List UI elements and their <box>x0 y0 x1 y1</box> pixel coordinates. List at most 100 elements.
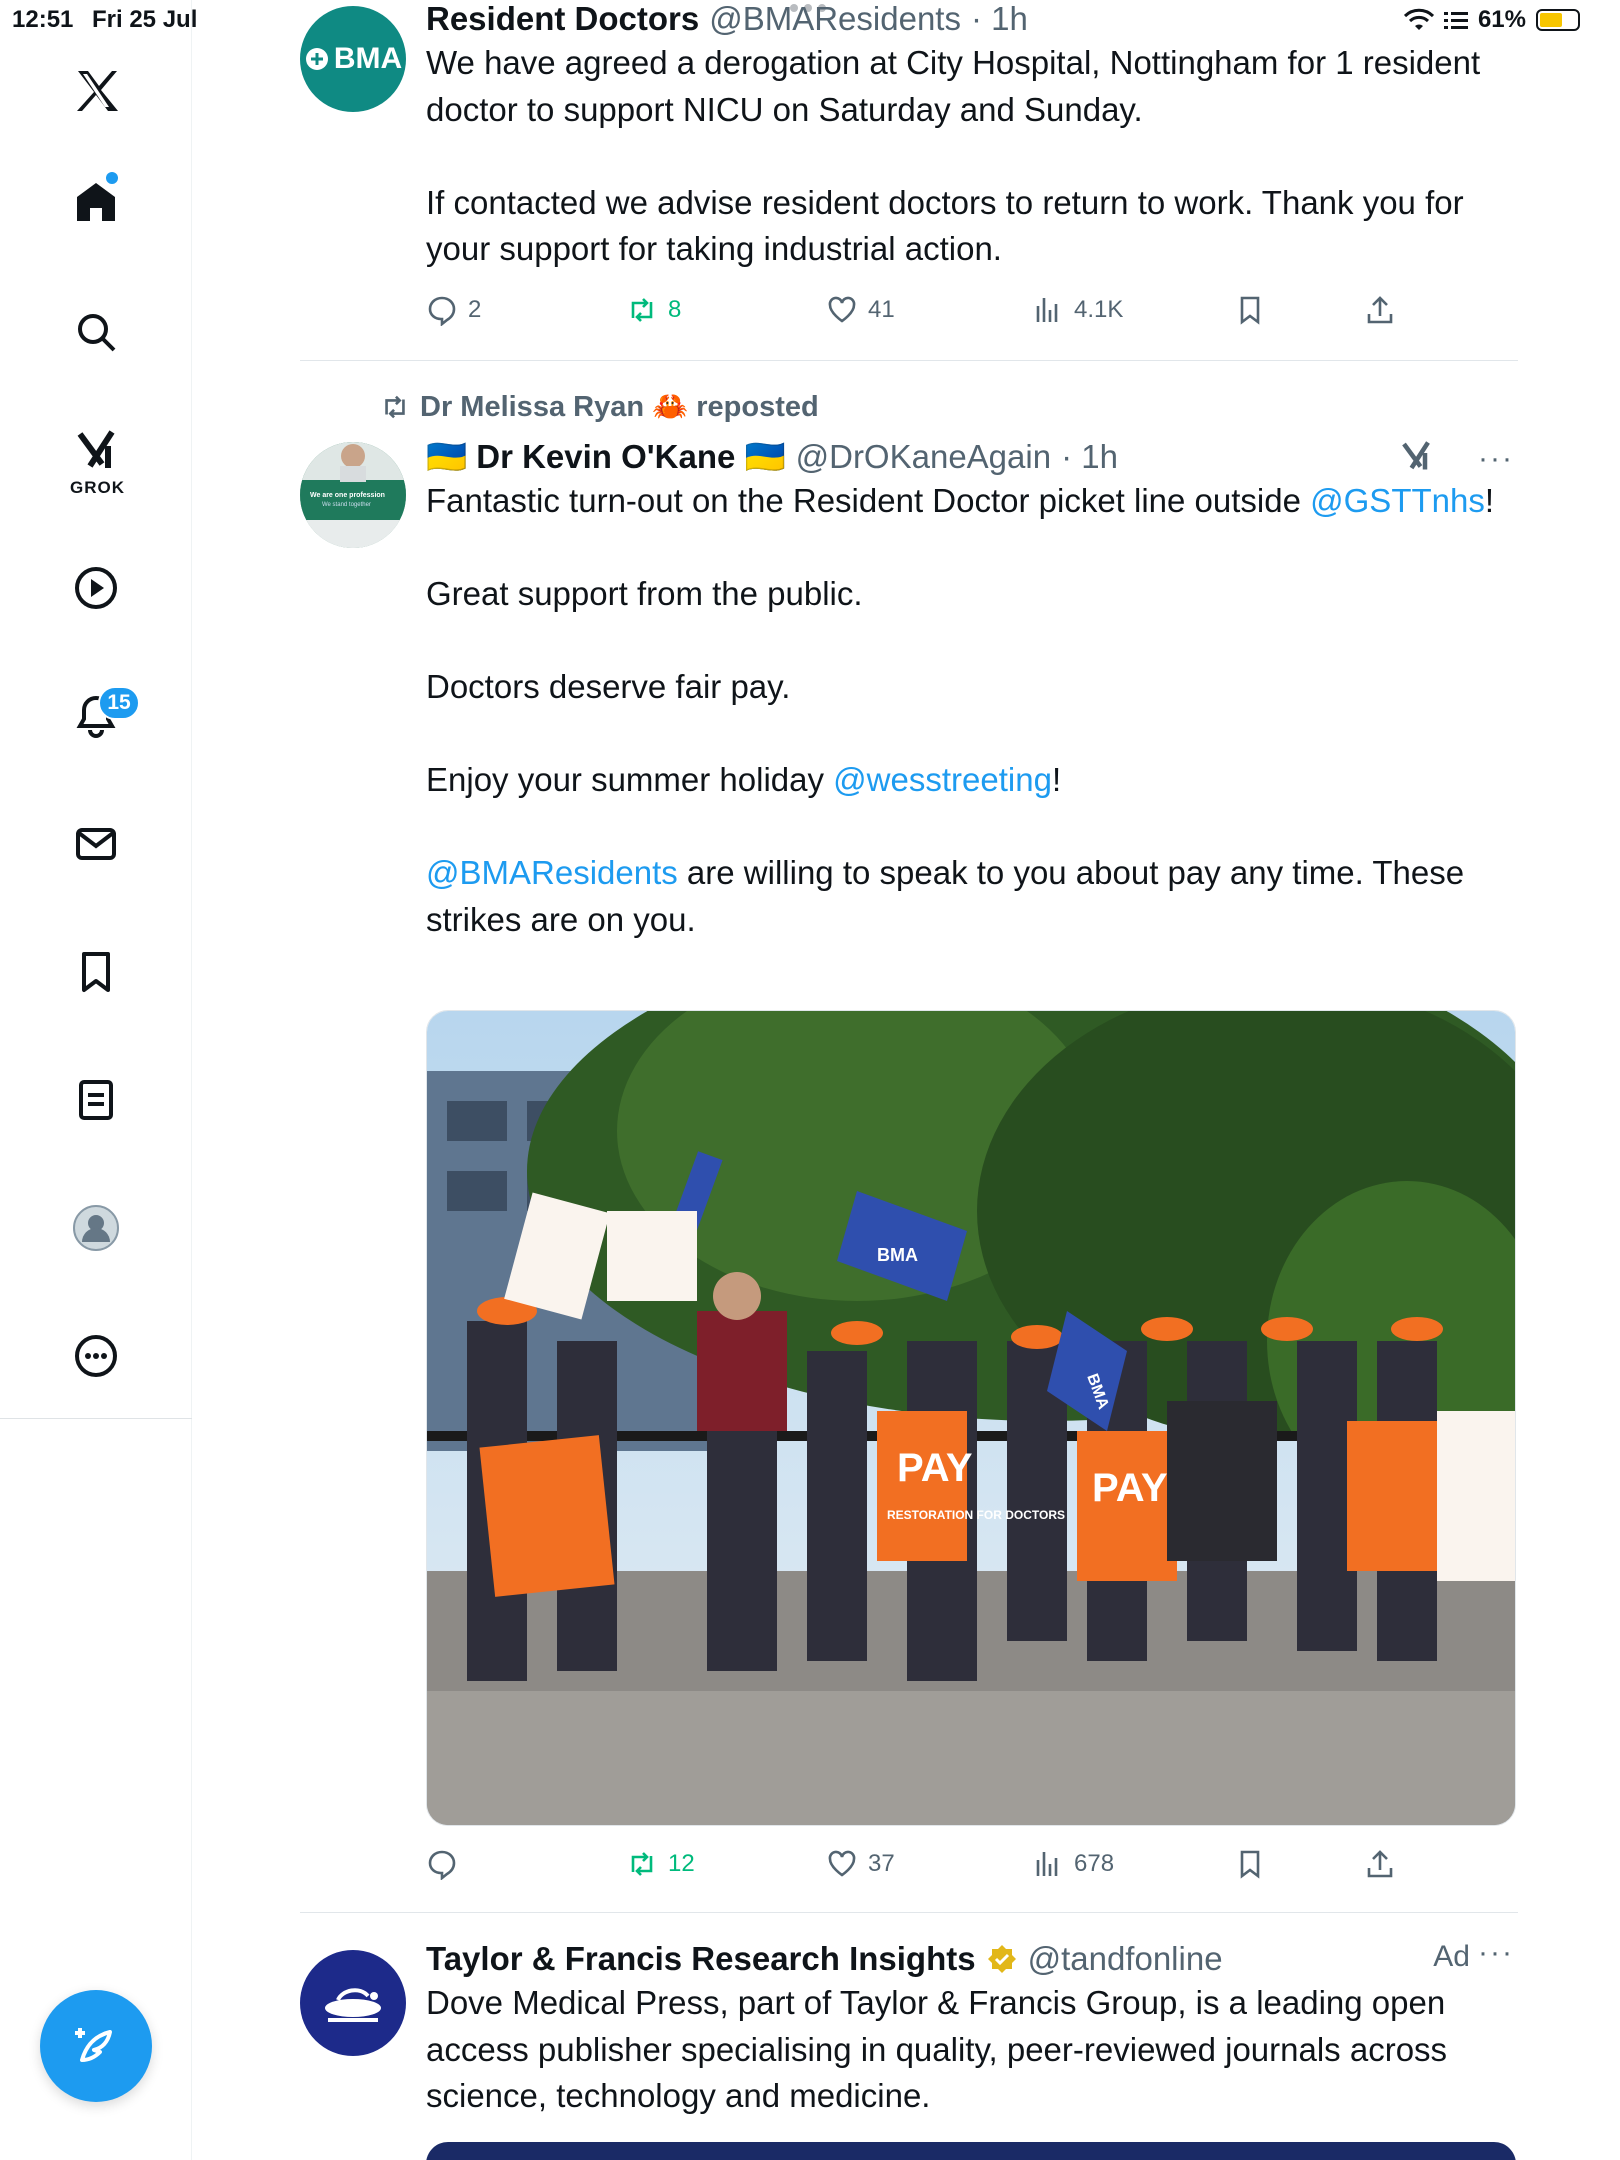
tweet-photo[interactable]: PAY PAY RESTORATION FOR DOCTORS BMA BMA <box>426 1010 1516 1826</box>
reply-icon <box>428 296 456 326</box>
like-button[interactable]: 37 <box>826 1848 895 1880</box>
verified-badge-icon <box>987 1945 1016 1973</box>
tweet-text: Dove Medical Press, part of Taylor & Fra… <box>426 1980 1518 2120</box>
tweet-paragraph: Great support from the public. <box>426 575 863 612</box>
lists-icon[interactable] <box>56 1060 136 1140</box>
grok-small-icon <box>1402 441 1430 470</box>
tweet-time[interactable]: · 1h <box>1061 436 1118 478</box>
tweet-divider <box>300 360 1518 361</box>
avatar[interactable]: BMA <box>300 6 406 112</box>
home-icon[interactable] <box>56 162 136 242</box>
views-count: 678 <box>1074 1850 1115 1877</box>
author-name[interactable]: Taylor & Francis Research Insights <box>426 1938 976 1980</box>
tweet-body: Resident Doctors @BMAResidents · 1h We h… <box>426 0 1518 273</box>
picket-line-photo: PAY PAY RESTORATION FOR DOCTORS BMA BMA <box>427 1011 1515 1825</box>
tweet-paragraph: If contacted we advise resident doctors … <box>426 183 1464 268</box>
more-icon[interactable]: ··· <box>1478 1936 1514 1970</box>
avatar-caption: We are one profession <box>310 492 385 499</box>
messages-envelope-icon[interactable] <box>56 804 136 884</box>
bookmark-icon <box>1240 1850 1260 1879</box>
views-count: 4.1K <box>1074 296 1124 323</box>
bma-logo-icon <box>305 48 328 70</box>
home-unread-dot <box>106 172 118 184</box>
tweet-divider <box>300 1912 1518 1913</box>
author-name[interactable]: 🇺🇦 Dr Kevin O'Kane 🇺🇦 <box>426 436 786 478</box>
share-icon <box>1367 1850 1393 1878</box>
tweet-body: Taylor & Francis Research Insights @tand… <box>426 1938 1518 2120</box>
tweet-header: 🇺🇦 Dr Kevin O'Kane 🇺🇦 @DrOKaneAgain · 1h <box>426 436 1518 478</box>
repost-context-text: Dr Melissa Ryan 🦀 reposted <box>420 391 819 423</box>
reply-icon <box>428 1850 456 1880</box>
like-button[interactable]: 41 <box>826 294 895 326</box>
like-count: 41 <box>868 296 895 323</box>
repost-count: 8 <box>668 296 682 323</box>
repost-small-icon <box>385 395 405 419</box>
mention-link[interactable]: @GSTTnhs <box>1310 482 1485 519</box>
views-button[interactable]: 4.1K <box>1032 294 1123 326</box>
ad-media[interactable] <box>426 2142 1516 2160</box>
share-button[interactable] <box>1364 1848 1396 1880</box>
tweet-paragraph: We have agreed a derogation at City Hosp… <box>426 44 1481 128</box>
tweet-header: Resident Doctors @BMAResidents · 1h <box>426 0 1518 40</box>
video-play-icon[interactable] <box>56 548 136 628</box>
more-options-icon[interactable] <box>56 1316 136 1396</box>
avatar-caption: We stand together <box>322 502 371 508</box>
flag-bma: BMA <box>877 1245 918 1265</box>
repost-count: 12 <box>668 1850 695 1877</box>
bookmark-icon <box>1240 296 1260 325</box>
grok-label: GROK <box>70 478 125 497</box>
tweet-paragraph: Dove Medical Press, part of Taylor & Fra… <box>426 1984 1448 2114</box>
grok-explain-button[interactable] <box>1398 438 1434 479</box>
author-handle[interactable]: @tandfonline <box>1028 1938 1223 1980</box>
reply-count: 2 <box>468 296 482 323</box>
x-logo-icon[interactable] <box>56 50 136 130</box>
heart-icon <box>828 296 856 323</box>
tweet-paragraph: Fantastic turn-out on the Resident Docto… <box>426 482 1495 519</box>
repost-button[interactable]: 8 <box>626 294 681 326</box>
bookmark-button[interactable] <box>1234 1848 1266 1880</box>
profile-avatar-icon[interactable] <box>56 1188 136 1268</box>
avatar[interactable]: We are one profession We stand together <box>300 442 406 548</box>
compose-post-button[interactable] <box>40 1990 152 2102</box>
tweet-actions: 12 37 678 <box>426 1848 1406 1888</box>
search-icon[interactable] <box>56 292 136 372</box>
sign-pay: PAY <box>1092 1466 1168 1510</box>
reply-button[interactable]: 2 <box>426 294 481 326</box>
tweet-actions: 2 8 41 4.1K <box>426 294 1406 334</box>
repost-button[interactable]: 12 <box>626 1848 695 1880</box>
tweet-text: Fantastic turn-out on the Resident Docto… <box>426 478 1518 943</box>
mention-link[interactable]: @BMAResidents <box>426 854 678 891</box>
mention-link[interactable]: @wesstreeting <box>833 761 1052 798</box>
tweet-body: 🇺🇦 Dr Kevin O'Kane 🇺🇦 @DrOKaneAgain · 1h… <box>426 436 1518 943</box>
bookmarks-icon[interactable] <box>56 932 136 1012</box>
tweet-time[interactable]: · 1h <box>971 0 1028 40</box>
sidebar-divider <box>0 1418 192 1419</box>
notifications-badge: 15 <box>98 686 140 720</box>
views-chart-icon <box>1036 1852 1058 1876</box>
author-handle[interactable]: @DrOKaneAgain <box>796 436 1051 478</box>
tweet-header: Taylor & Francis Research Insights @tand… <box>426 1938 1518 1980</box>
battery-icon <box>1536 9 1580 31</box>
lamp-logo-icon <box>325 1988 381 2022</box>
bookmark-button[interactable] <box>1234 294 1266 326</box>
views-button[interactable]: 678 <box>1032 1848 1114 1880</box>
tweet-paragraph: @BMAResidents are willing to speak to yo… <box>426 854 1465 938</box>
tweet-paragraph: Enjoy your summer holiday @wesstreeting! <box>426 761 1062 798</box>
repost-context[interactable]: Dr Melissa Ryan 🦀 reposted <box>380 390 819 424</box>
heart-icon <box>828 1850 856 1877</box>
author-name[interactable]: Resident Doctors <box>426 0 699 40</box>
sign-pay: PAY <box>897 1446 973 1490</box>
tweet-paragraph: Doctors deserve fair pay. <box>426 668 791 705</box>
repost-icon <box>631 1852 653 1876</box>
compose-feather-icon <box>75 2028 112 2062</box>
reply-button[interactable] <box>426 1848 468 1880</box>
tweet-text: We have agreed a derogation at City Hosp… <box>426 40 1518 273</box>
views-chart-icon <box>1036 298 1058 322</box>
share-icon <box>1367 296 1393 324</box>
avatar[interactable] <box>300 1950 406 2056</box>
sign-pay-sub: RESTORATION FOR DOCTORS <box>887 1508 1065 1522</box>
ad-label: Ad <box>1433 1940 1470 1973</box>
share-button[interactable] <box>1364 294 1396 326</box>
author-handle[interactable]: @BMAResidents <box>709 0 961 40</box>
more-icon[interactable]: ··· <box>1478 442 1514 476</box>
